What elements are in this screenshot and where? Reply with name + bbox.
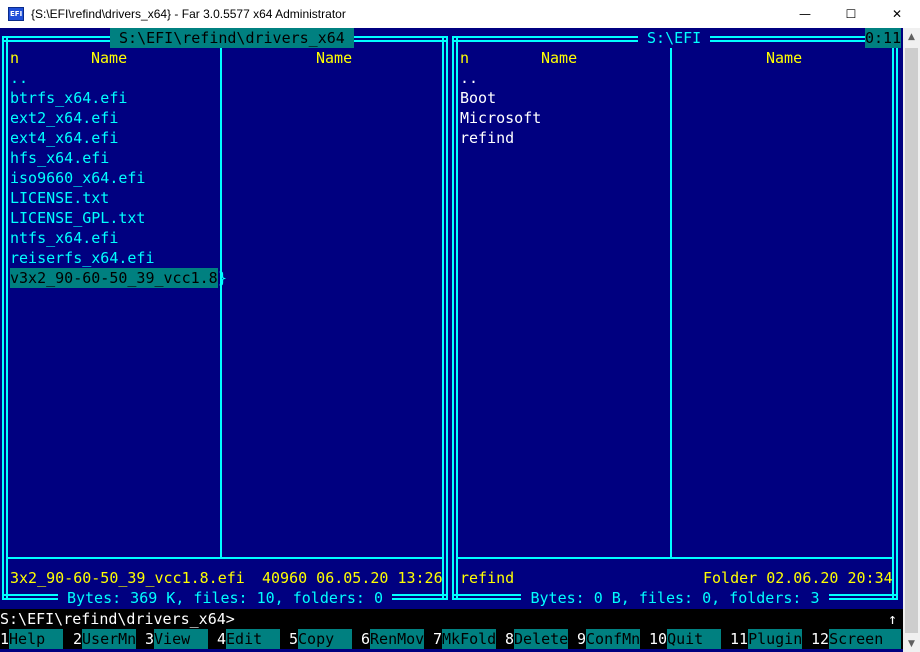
left-totals-wrap: Bytes: 369 K, files: 10, folders: 0 (0, 588, 450, 608)
right-col-name-header[interactable]: Name (541, 48, 577, 68)
fkey-edit[interactable]: 4Edit (217, 629, 281, 649)
right-status-info: Folder 02.06.20 20:34 (703, 569, 893, 587)
fkey-label: MkFold (442, 629, 497, 649)
fkey-number: 1 (0, 630, 10, 648)
file-item[interactable]: hfs_x64.efi (10, 148, 109, 168)
folder-item[interactable]: Boot (460, 88, 496, 108)
folder-item[interactable]: .. (460, 68, 478, 88)
scroll-up-arrow-icon[interactable]: ▲ (903, 28, 920, 45)
fkey-number: 8 (505, 630, 515, 648)
left-status-info: 40960 06.05.20 13:26 (262, 569, 443, 587)
fkey-usermenu[interactable]: 2UserMn (73, 629, 136, 649)
file-item[interactable]: iso9660_x64.efi (10, 168, 145, 188)
right-frame-right (892, 36, 898, 600)
folder-item[interactable]: Microsoft (460, 108, 541, 128)
window-title: {S:\EFI\refind\drivers_x64} - Far 3.0.55… (31, 7, 346, 21)
fkey-number: 4 (217, 630, 227, 648)
fkey-number: 6 (361, 630, 371, 648)
fkey-number: 5 (289, 630, 299, 648)
left-col-n-header[interactable]: n (10, 48, 19, 68)
fkey-number: 3 (145, 630, 155, 648)
fkey-label: Edit (226, 629, 281, 649)
maximize-icon: ☐ (845, 7, 857, 21)
minimize-icon: — (799, 7, 811, 21)
fkey-screen[interactable]: 12Screen (811, 629, 902, 649)
fkey-number: 10 (649, 630, 668, 648)
left-status-divider (8, 557, 442, 559)
fkey-mkfold[interactable]: 7MkFold (433, 629, 496, 649)
fkey-number: 9 (577, 630, 587, 648)
fkey-plugin[interactable]: 11Plugin (730, 629, 802, 649)
left-col-name-header[interactable]: Name (91, 48, 127, 68)
fkey-quit[interactable]: 10Quit (649, 629, 722, 649)
fkey-help[interactable]: 1Help (0, 629, 64, 649)
fkey-delete[interactable]: 8Delete (505, 629, 568, 649)
file-item[interactable]: reiserfs_x64.efi (10, 248, 155, 268)
file-item[interactable]: .. (10, 68, 28, 88)
close-button[interactable]: ✕ (874, 0, 920, 28)
scroll-up-indicator: ↑ (888, 610, 898, 628)
fkey-number: 12 (811, 630, 830, 648)
file-item[interactable]: ntfs_x64.efi (10, 228, 118, 248)
file-item[interactable]: LICENSE_GPL.txt (10, 208, 145, 228)
window-scrollbar[interactable]: ▲ ▼ (903, 28, 920, 652)
right-panel-path[interactable]: S:\EFI (638, 28, 711, 48)
right-totals-wrap: Bytes: 0 B, files: 0, folders: 3 (450, 588, 900, 608)
fkey-label: UserMn (82, 629, 137, 649)
window-titlebar: EFI {S:\EFI\refind\drivers_x64} - Far 3.… (0, 0, 920, 28)
function-key-bar: 1Help 2UserMn 3View 4Edit 5Copy 6RenMov … (0, 629, 903, 649)
minimize-button[interactable]: — (782, 0, 828, 28)
fkey-number: 7 (433, 630, 443, 648)
clock: 0:11 (865, 28, 902, 48)
file-item[interactable]: ext4_x64.efi (10, 128, 118, 148)
file-item-selected[interactable]: v3x2_90-60-50_39_vcc1.8 (10, 268, 218, 288)
fkey-label: Plugin (748, 629, 803, 649)
left-panel-path[interactable]: S:\EFI\refind\drivers_x64 (110, 28, 354, 48)
left-column-divider (220, 42, 222, 558)
fkey-label: ConfMn (586, 629, 641, 649)
scroll-down-arrow-icon[interactable]: ▼ (903, 635, 920, 652)
close-icon: ✕ (891, 7, 903, 21)
name-overflow-marker: } (218, 269, 228, 287)
fkey-confmenu[interactable]: 9ConfMn (577, 629, 640, 649)
fkey-renmov[interactable]: 6RenMov (361, 629, 424, 649)
left-frame-left (2, 36, 8, 600)
fkey-label: Copy (298, 629, 353, 649)
fkey-view[interactable]: 3View (145, 629, 209, 649)
right-frame-left (452, 36, 458, 600)
right-status-filename: refind (460, 569, 515, 587)
right-totals: Bytes: 0 B, files: 0, folders: 3 (521, 589, 829, 607)
fkey-label: Help (9, 629, 64, 649)
right-col-name-header-2[interactable]: Name (766, 48, 802, 68)
file-item[interactable]: ext2_x64.efi (10, 108, 118, 128)
fkey-label: Screen (829, 629, 902, 649)
file-item[interactable]: LICENSE.txt (10, 188, 109, 208)
right-col-n-header[interactable]: n (460, 48, 469, 68)
left-status-filename: 3x2_90-60-50_39_vcc1.8.efi (10, 569, 245, 587)
left-col-name-header-2[interactable]: Name (316, 48, 352, 68)
maximize-button[interactable]: ☐ (828, 0, 874, 28)
fkey-label: Quit (667, 629, 722, 649)
scrollbar-thumb[interactable] (905, 48, 918, 633)
fkey-copy[interactable]: 5Copy (289, 629, 353, 649)
folder-item[interactable]: refind (460, 128, 514, 148)
fkey-label: RenMov (370, 629, 425, 649)
file-item[interactable]: btrfs_x64.efi (10, 88, 127, 108)
left-frame-right (442, 36, 448, 600)
right-status-divider (458, 557, 892, 559)
command-line[interactable]: S:\EFI\refind\drivers_x64> ↑ (0, 609, 903, 629)
fkey-label: Delete (514, 629, 569, 649)
fkey-number: 11 (730, 630, 749, 648)
command-prompt[interactable]: S:\EFI\refind\drivers_x64> (0, 609, 235, 629)
far-app-icon[interactable]: EFI (8, 7, 24, 21)
left-totals: Bytes: 369 K, files: 10, folders: 0 (57, 589, 393, 607)
right-column-divider (670, 42, 672, 558)
fkey-label: View (154, 629, 209, 649)
fkey-number: 2 (73, 630, 83, 648)
far-console: S:\EFI\refind\drivers_x64 n Name Name ..… (0, 28, 903, 652)
